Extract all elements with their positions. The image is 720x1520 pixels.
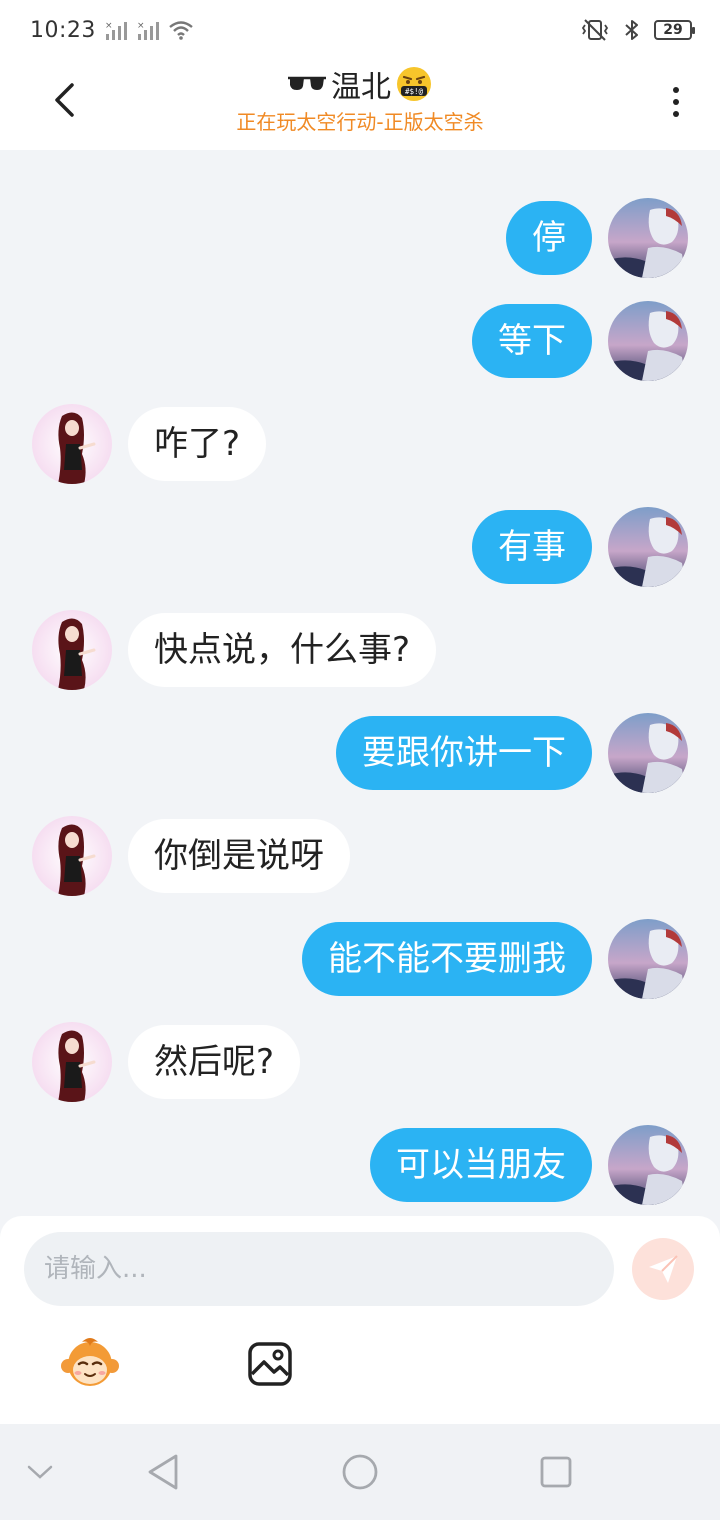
message-row-sent: 有事 xyxy=(0,507,720,587)
message-row-sent: 可以当朋友 xyxy=(0,1125,720,1205)
status-time: 10:23 xyxy=(30,17,96,43)
message-row-sent: 能不能不要删我 xyxy=(0,919,720,999)
my-avatar-image xyxy=(608,301,688,381)
my-avatar-image xyxy=(608,198,688,278)
message-list[interactable]: 停 等下 咋了? 有事 快点说，什么事? 要跟你讲一下 你倒是说呀 能不能不要删… xyxy=(0,150,720,1216)
message-composer xyxy=(0,1216,720,1424)
monkey-emoji-icon xyxy=(61,1338,119,1386)
chevron-down-icon xyxy=(27,1465,53,1479)
message-bubble-sent[interactable]: 停 xyxy=(506,201,592,275)
message-bubble-received[interactable]: 然后呢? xyxy=(128,1025,301,1099)
message-bubble-received[interactable]: 咋了? xyxy=(128,407,267,481)
sunglasses-emoji-icon xyxy=(288,76,326,90)
paper-plane-icon xyxy=(649,1255,678,1283)
battery-icon: 29 xyxy=(654,20,695,40)
chevron-left-icon xyxy=(55,83,74,117)
my-avatar[interactable] xyxy=(608,198,688,278)
back-button[interactable] xyxy=(42,78,86,122)
home-circle-icon xyxy=(342,1454,378,1490)
message-row-received: 然后呢? xyxy=(0,1022,720,1102)
vibrate-icon xyxy=(581,19,609,41)
nav-home-button[interactable] xyxy=(340,1452,380,1492)
svg-text:×: × xyxy=(137,21,145,31)
more-vertical-icon xyxy=(673,87,679,93)
status-bar: 10:23 × × 29 xyxy=(0,0,720,60)
my-avatar[interactable] xyxy=(608,1125,688,1205)
more-options-button[interactable] xyxy=(656,80,696,124)
nav-hide-button[interactable] xyxy=(20,1452,60,1492)
my-avatar[interactable] xyxy=(608,919,688,999)
message-row-sent: 停 xyxy=(0,198,720,278)
contact-avatar-image xyxy=(32,816,112,896)
emoji-button[interactable] xyxy=(60,1336,120,1392)
message-row-sent: 要跟你讲一下 xyxy=(0,713,720,793)
message-row-received: 你倒是说呀 xyxy=(0,816,720,896)
back-triangle-icon xyxy=(148,1454,178,1490)
message-row-sent: 等下 xyxy=(0,301,720,381)
image-button[interactable] xyxy=(246,1340,294,1388)
chat-title: 温北 xyxy=(331,70,391,105)
contact-avatar-image xyxy=(32,404,112,484)
message-row-received: 咋了? xyxy=(0,404,720,484)
message-bubble-sent[interactable]: 要跟你讲一下 xyxy=(336,716,592,790)
nav-recents-button[interactable] xyxy=(536,1452,576,1492)
message-input[interactable] xyxy=(24,1232,614,1306)
my-avatar[interactable] xyxy=(608,301,688,381)
system-nav-bar xyxy=(0,1424,720,1520)
nav-back-button[interactable] xyxy=(144,1452,184,1492)
title-row: 温北 #$!@ xyxy=(160,62,560,106)
contact-avatar[interactable] xyxy=(32,404,112,484)
bluetooth-icon xyxy=(625,20,638,40)
contact-avatar-image xyxy=(32,610,112,690)
my-avatar-image xyxy=(608,507,688,587)
message-bubble-sent[interactable]: 有事 xyxy=(472,510,592,584)
contact-avatar[interactable] xyxy=(32,1022,112,1102)
message-bubble-received[interactable]: 快点说，什么事? xyxy=(128,613,437,687)
chat-screen: 10:23 × × 29 温北 #$!@ 正在玩太空行动-正版太空杀 停 等下 … xyxy=(0,0,720,1520)
send-button[interactable] xyxy=(632,1238,694,1300)
my-avatar[interactable] xyxy=(608,713,688,793)
signal-icon: × xyxy=(105,21,127,40)
message-bubble-received[interactable]: 你倒是说呀 xyxy=(128,819,350,893)
wifi-icon xyxy=(169,21,193,40)
chat-subtitle: 正在玩太空行动-正版太空杀 xyxy=(236,110,484,134)
contact-avatar-image xyxy=(32,1022,112,1102)
my-avatar-image xyxy=(608,1125,688,1205)
header-center: 温北 #$!@ 正在玩太空行动-正版太空杀 xyxy=(160,62,560,135)
chat-header: 温北 #$!@ 正在玩太空行动-正版太空杀 xyxy=(0,60,720,150)
status-left: 10:23 × × xyxy=(30,18,194,43)
message-bubble-sent[interactable]: 可以当朋友 xyxy=(370,1128,592,1202)
recents-square-icon xyxy=(540,1456,572,1488)
message-row-received: 快点说，什么事? xyxy=(0,610,720,690)
status-right: 29 xyxy=(580,18,695,42)
more-vertical-icon xyxy=(673,99,679,105)
message-bubble-sent[interactable]: 等下 xyxy=(472,304,592,378)
image-icon xyxy=(248,1342,292,1386)
my-avatar-image xyxy=(608,919,688,999)
more-vertical-icon xyxy=(673,111,679,117)
my-avatar[interactable] xyxy=(608,507,688,587)
contact-avatar[interactable] xyxy=(32,816,112,896)
svg-text:×: × xyxy=(105,21,113,31)
cursing-face-emoji-icon: #$!@ xyxy=(397,67,431,101)
signal-icon: × xyxy=(137,21,159,40)
svg-text:#$!@: #$!@ xyxy=(405,87,424,96)
my-avatar-image xyxy=(608,713,688,793)
message-bubble-sent[interactable]: 能不能不要删我 xyxy=(302,922,592,996)
contact-avatar[interactable] xyxy=(32,610,112,690)
